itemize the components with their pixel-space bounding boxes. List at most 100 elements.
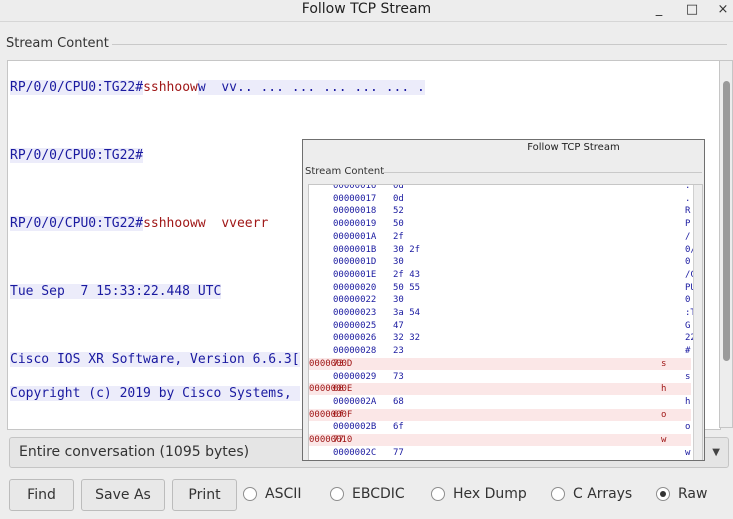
hex-offset: 00000025 <box>333 320 377 331</box>
hex-ascii: 0 <box>685 257 691 268</box>
radio-label: ASCII <box>265 486 302 502</box>
hex-offset: 0000001E <box>333 269 377 280</box>
hex-offset: 00000020 <box>333 282 377 293</box>
maximize-button[interactable]: □ <box>684 2 700 18</box>
popup-legend: Stream Content <box>305 166 385 177</box>
hex-ascii: R <box>685 206 691 217</box>
radio-circle[interactable] <box>656 487 670 501</box>
client-hex-row: 0000002C 77 w <box>309 447 691 459</box>
popup-hex-view[interactable]: 00000016 0d. 00000017 0d. 00000018 52 R 0000001… <box>308 184 703 460</box>
hex-ascii: o <box>685 422 691 433</box>
hex-offset: 0000001A <box>333 231 377 242</box>
radio-label: C Arrays <box>573 486 633 502</box>
hex-offset: 0000000F <box>309 409 353 420</box>
hex-bytes: 47 <box>393 320 404 331</box>
client-text: w vv.. ... ... ... ... ... . <box>197 80 425 95</box>
close-button[interactable]: × <box>715 2 731 18</box>
hex-offset: 0000000D <box>309 358 353 369</box>
hex-ascii: G <box>685 320 691 331</box>
scrollbar-thumb[interactable] <box>723 81 730 361</box>
hex-bytes: 73 <box>393 371 404 382</box>
hex-offset: 00000019 <box>333 219 377 230</box>
hex-bytes: 2f <box>393 231 404 242</box>
hex-ascii: w <box>685 447 691 458</box>
client-hex-row: 0000001E 2f 43/C <box>309 269 696 281</box>
hex-ascii: # <box>685 346 691 357</box>
hex-offset: 0000002C <box>333 447 377 458</box>
hex-ascii: / <box>685 231 691 242</box>
radio-circle[interactable] <box>431 487 445 501</box>
server-hex-row: 00000010 77 w <box>309 434 691 446</box>
chevron-down-icon: ▼ <box>712 447 720 458</box>
hex-ascii: . <box>685 184 691 191</box>
title-bar: Follow TCP Stream _ □ × <box>0 0 733 22</box>
hex-ascii: . <box>685 193 691 204</box>
server-hex-row: 0000000E 68 h <box>309 383 691 396</box>
save-as-button[interactable]: Save As <box>81 479 165 511</box>
hex-offset: 00000026 <box>333 333 377 344</box>
server-text: sshhooww vveerr <box>143 216 269 231</box>
vertical-scrollbar[interactable] <box>719 60 733 428</box>
hex-offset: 00000010 <box>309 435 353 445</box>
conversation-select-value: Entire conversation (1095 bytes) <box>19 444 250 460</box>
hex-bytes: 23 <box>393 346 404 357</box>
hex-offset: 0000002A <box>333 396 377 407</box>
hex-ascii: w <box>661 435 667 445</box>
server-hex-row: 0000000D 73 s <box>309 357 691 370</box>
client-text: Copyright (c) 2019 by Cisco Systems, <box>10 386 300 401</box>
hex-bytes: 30 2f <box>393 244 421 255</box>
hex-bytes: 30 <box>393 295 404 306</box>
hex-bytes: 50 55 <box>393 282 421 293</box>
stream-line: RP/0/0/CPU0:TG22# <box>10 147 144 164</box>
client-hex-row: 0000001D 30 0 <box>309 256 691 268</box>
client-hex-row: 00000019 50 P <box>309 218 691 230</box>
client-text: Tue Sep 7 15:33:22.448 UTC <box>10 284 222 299</box>
hex-ascii: s <box>685 371 691 382</box>
client-hex-row: 0000001A 2f / <box>309 231 691 243</box>
hex-offset: 00000016 <box>333 184 377 191</box>
hex-bytes: 77 <box>333 435 344 445</box>
stream-line: Cisco IOS XR Software, Version 6.6.3[ <box>10 351 300 368</box>
popup-title: Follow TCP Stream <box>527 142 620 153</box>
hex-offset: 00000017 <box>333 193 377 204</box>
radio-label: EBCDIC <box>352 486 405 502</box>
popup-frame-rule <box>383 172 702 173</box>
hex-offset: 0000002B <box>333 422 377 433</box>
hex-offset: 00000018 <box>333 206 377 217</box>
client-text: RP/0/0/CPU0:TG22# <box>10 80 144 95</box>
client-hex-row: 00000016 0d. <box>309 184 691 192</box>
hex-bytes: 0d <box>393 193 404 204</box>
radio-circle[interactable] <box>330 487 344 501</box>
stream-line: RP/0/0/CPU0:TG22#sshhooww vveerr <box>10 215 269 232</box>
client-text: RP/0/0/CPU0:TG22# <box>10 148 144 163</box>
window-title: Follow TCP Stream <box>301 1 432 17</box>
stream-content-legend: Stream Content <box>6 36 112 51</box>
client-text: Cisco IOS XR Software, Version 6.6.3[ <box>10 352 300 367</box>
hex-bytes: 30 <box>393 257 404 268</box>
print-button[interactable]: Print <box>172 479 237 511</box>
hex-offset: 00000022 <box>333 295 377 306</box>
frame-rule <box>110 44 727 45</box>
radio-circle[interactable] <box>243 487 257 501</box>
client-hex-row: 00000026 32 32 22 <box>309 332 696 344</box>
hex-offset: 00000023 <box>333 308 377 318</box>
popup-scrollbar[interactable] <box>693 185 702 460</box>
hex-bytes: 6f <box>333 409 344 420</box>
hex-bytes: 3a 54 <box>393 308 421 318</box>
client-text: RP/0/0/CPU0:TG22# <box>10 216 144 231</box>
client-hex-row: 00000022 30 0 <box>309 294 691 306</box>
server-text: sshhoow <box>143 80 198 95</box>
hex-ascii: P <box>685 219 691 230</box>
hex-offset: 0000000E <box>309 384 353 395</box>
hex-offset: 0000001B <box>333 244 377 255</box>
client-hex-row: 00000020 50 55 PU <box>309 282 696 294</box>
hex-ascii: s <box>661 358 667 369</box>
hex-offset: 00000029 <box>333 371 377 382</box>
hex-bytes: 32 32 <box>393 333 421 344</box>
hex-bytes: 52 <box>393 206 404 217</box>
hex-bytes: 68 <box>393 396 404 407</box>
minimize-button[interactable]: _ <box>651 2 667 18</box>
radio-circle[interactable] <box>551 487 565 501</box>
stream-line: Copyright (c) 2019 by Cisco Systems, <box>10 385 300 402</box>
find-button[interactable]: Find <box>9 479 74 511</box>
